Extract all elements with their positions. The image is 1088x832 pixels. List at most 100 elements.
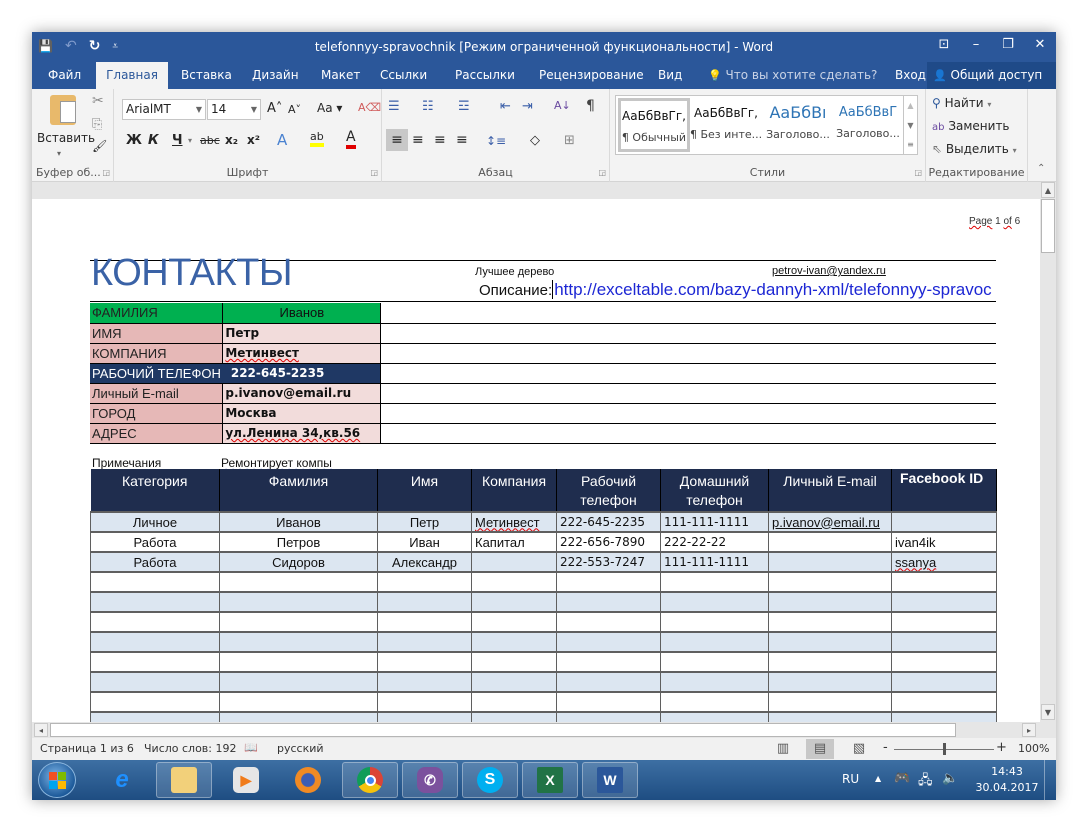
tab-design[interactable]: Дизайн [248,62,303,89]
zoom-slider-thumb[interactable] [943,743,946,755]
proofing-icon[interactable]: 📖 [244,741,258,754]
table-cell[interactable] [219,671,378,693]
table-cell[interactable]: Работа [90,531,220,553]
table-cell[interactable] [660,611,769,633]
table-cell[interactable] [768,531,892,553]
table-cell[interactable]: Капитал [471,531,557,553]
dialog-launcher-icon[interactable]: ◲ [370,168,378,177]
format-painter-icon[interactable]: 🖌 [92,139,107,153]
decrease-indent-icon[interactable]: ⇤ [500,99,511,114]
table-cell[interactable] [90,571,220,593]
table-cell[interactable] [768,591,892,613]
table-cell[interactable]: 222-553-7247 [556,551,661,573]
style-no-spacing[interactable]: АаБбВвГг, ¶ Без инте... [690,98,762,152]
table-cell[interactable] [660,571,769,593]
copy-icon[interactable]: ⎘ [92,117,102,132]
tab-file[interactable]: Файл [44,62,85,89]
table-cell[interactable] [219,691,378,713]
table-cell[interactable]: Личное [90,511,220,533]
zoom-in-button[interactable]: + [996,740,1007,755]
table-cell[interactable] [891,691,997,713]
style-heading-1[interactable]: АаБбВı Заголово... [762,98,834,152]
strikethrough-button[interactable]: abc [200,134,220,147]
table-cell[interactable] [891,511,997,533]
dialog-launcher-icon[interactable]: ◲ [914,168,922,177]
table-cell[interactable]: 222-22-22 [660,531,769,553]
volume-icon[interactable]: 🔈 [942,771,958,800]
table-cell[interactable] [768,611,892,633]
table-cell[interactable]: Сидоров [219,551,378,573]
table-cell[interactable] [768,671,892,693]
table-cell[interactable]: 222-645-2235 [556,511,661,533]
align-right-button[interactable]: ≡ [434,129,446,151]
increase-indent-icon[interactable]: ⇥ [522,99,533,114]
tab-view[interactable]: Вид [654,62,686,89]
table-cell[interactable] [377,691,472,713]
table-cell[interactable]: Александр [377,551,472,573]
table-cell[interactable] [219,611,378,633]
scroll-down-button[interactable]: ▼ [1041,704,1055,720]
table-cell[interactable] [471,551,557,573]
table-cell[interactable] [660,711,769,722]
show-hidden-icons[interactable]: ▲ [875,774,881,800]
table-cell[interactable] [90,651,220,673]
table-cell[interactable] [768,711,892,722]
table-cell[interactable] [660,591,769,613]
zoom-level[interactable]: 100% [1018,742,1049,755]
notes-value[interactable]: Ремонтирует компы [221,456,332,470]
numbering-icon[interactable]: ☷ [422,99,434,114]
restore-button[interactable]: ❐ [992,32,1024,62]
table-cell[interactable]: p.ivanov@email.ru [768,511,892,533]
text-effects-icon[interactable]: A [277,131,287,149]
table-cell[interactable] [660,691,769,713]
ribbon-display-options-icon[interactable]: ⊡ [928,32,960,62]
table-cell[interactable] [556,671,661,693]
tray-app-icon[interactable]: 🎮 [894,771,910,800]
highlight-icon[interactable]: ab [310,130,324,147]
sort-icon[interactable]: A↓ [554,99,571,112]
superscript-button[interactable]: x² [247,133,260,147]
table-cell[interactable]: Метинвест [471,511,557,533]
table-cell[interactable]: Петр [377,511,472,533]
table-cell[interactable] [556,651,661,673]
read-mode-icon[interactable]: ▥ [769,739,797,759]
table-cell[interactable]: ssanya [891,551,997,573]
table-cell[interactable] [768,551,892,573]
table-cell[interactable] [219,651,378,673]
language[interactable]: русский [277,742,324,755]
tab-review[interactable]: Рецензирование [535,62,648,89]
font-size-combo[interactable]: 14 ▼ [207,99,261,120]
table-cell[interactable] [768,691,892,713]
scroll-up-icon[interactable]: ▲ [904,96,917,116]
table-cell[interactable] [377,631,472,653]
scroll-right-button[interactable]: ▸ [1022,723,1036,737]
table-cell[interactable] [90,611,220,633]
table-cell[interactable] [377,711,472,722]
tab-mailings[interactable]: Рассылки [451,62,519,89]
taskbar-excel[interactable]: X [522,762,578,798]
table-cell[interactable] [377,651,472,673]
table-cell[interactable] [891,671,997,693]
tab-insert[interactable]: Вставка [177,62,236,89]
table-cell[interactable] [90,691,220,713]
table-cell[interactable] [471,711,557,722]
table-cell[interactable] [891,571,997,593]
taskbar-internet-explorer[interactable]: e [94,762,150,798]
table-cell[interactable] [471,651,557,673]
table-cell[interactable]: Петров [219,531,378,553]
table-cell[interactable] [556,611,661,633]
table-cell[interactable] [891,711,997,722]
description-link[interactable]: http://exceltable.com/bazy-dannyh-xml/te… [552,280,992,299]
table-cell[interactable] [471,571,557,593]
table-cell[interactable] [90,711,220,722]
multilevel-list-icon[interactable]: ☲ [458,99,470,114]
font-name-combo[interactable]: ArialMT ▼ [122,99,206,120]
table-cell[interactable] [556,691,661,713]
style-normal[interactable]: АаБбВвГг, ¶ Обычный [618,98,690,152]
clock[interactable]: 14:43 30.04.2017 [972,764,1042,796]
sign-in-link[interactable]: Вход [895,62,926,89]
change-case-button[interactable]: Aa ▾ [317,101,342,115]
print-layout-icon[interactable]: ▤ [806,739,834,759]
borders-icon[interactable]: ⊞ [564,130,575,152]
vertical-scroll-thumb[interactable] [1041,199,1055,253]
